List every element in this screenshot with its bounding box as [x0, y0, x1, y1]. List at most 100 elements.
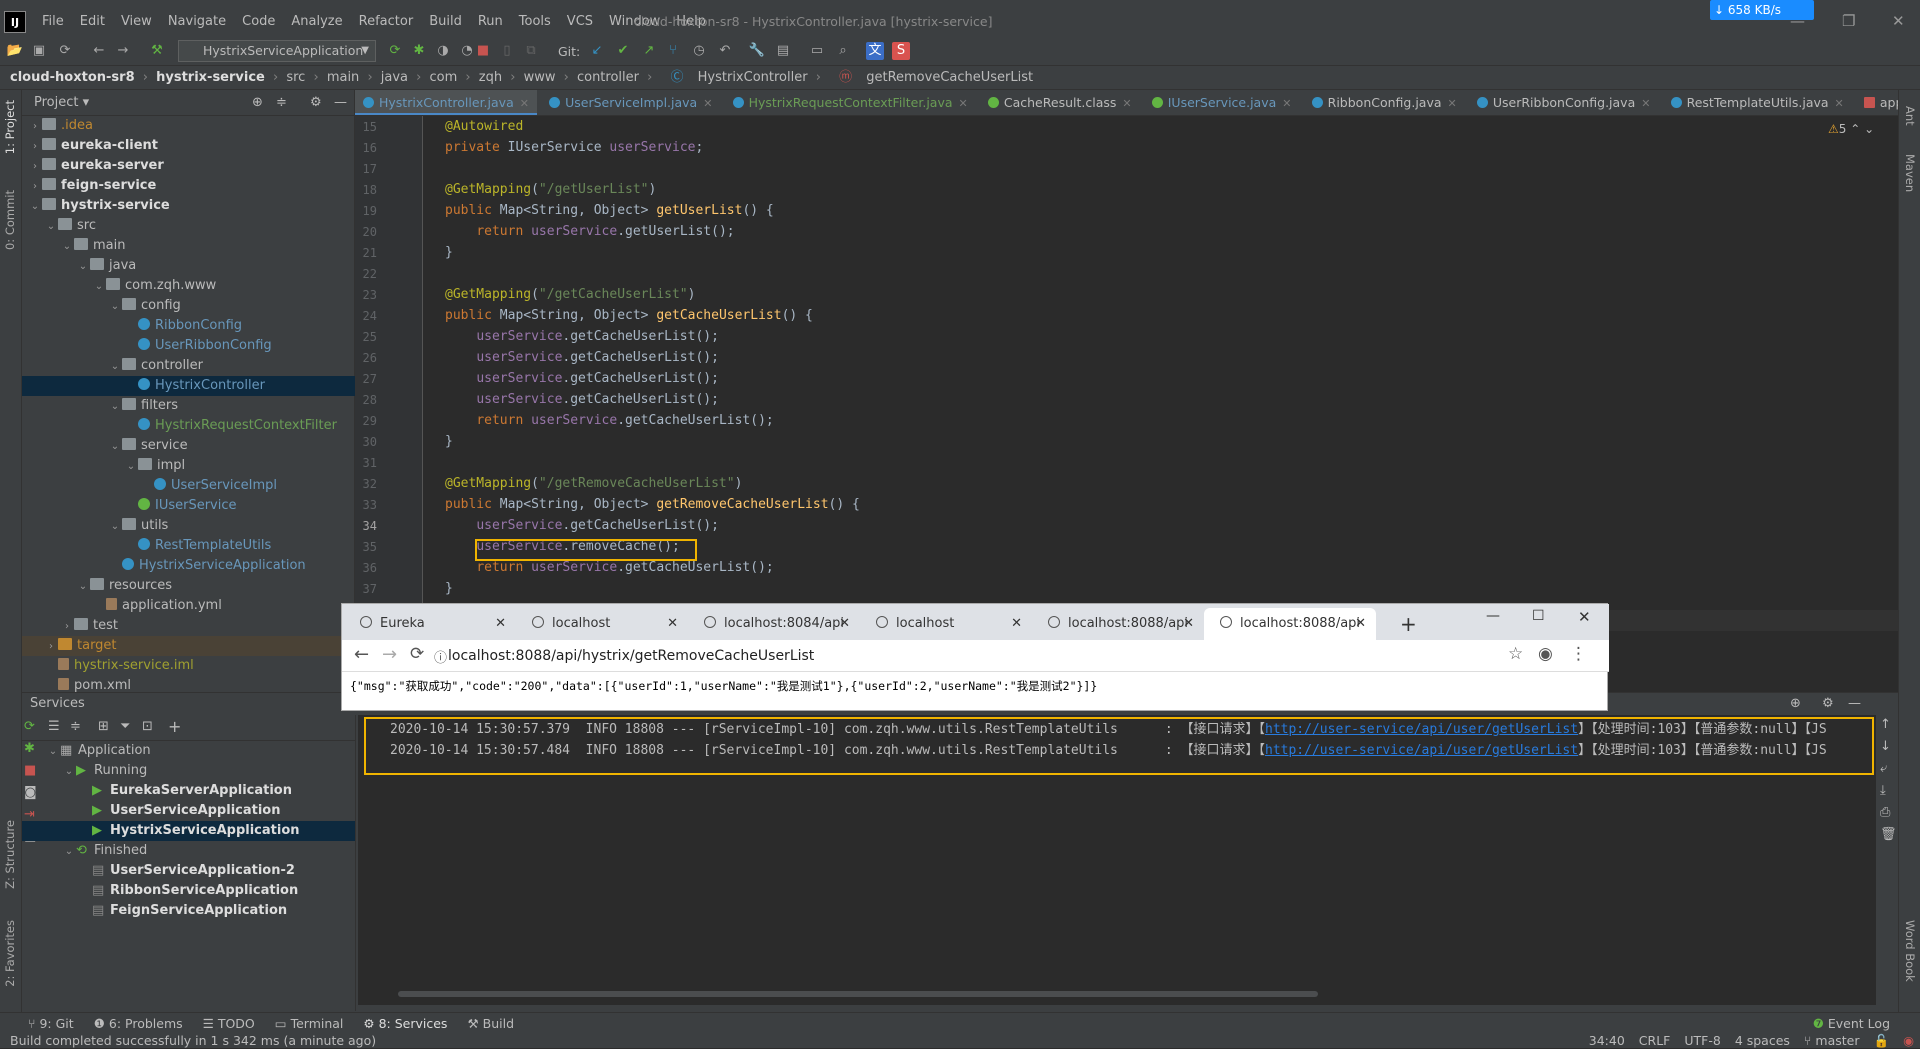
structure-tool-tab[interactable]: Z: Structure [3, 820, 17, 889]
debug-icon[interactable]: ✱ [410, 42, 428, 60]
tree-item[interactable]: › eureka-client [22, 136, 355, 156]
tree-item[interactable]: hystrix-service.iml [22, 656, 355, 676]
bookmark-star-icon[interactable]: ☆ [1508, 644, 1523, 664]
tree-item[interactable]: UserRibbonConfig [22, 336, 355, 356]
menu-analyze[interactable]: Analyze [283, 14, 350, 29]
service-item[interactable]: ▤ FeignServiceApplication [22, 901, 355, 921]
close-tab-icon[interactable]: ✕ [1448, 97, 1457, 110]
tab-request-context-filter[interactable]: HystrixRequestContextFilter.java ✕ [725, 90, 976, 115]
tree-item[interactable]: RestTemplateUtils [22, 536, 355, 556]
back-icon[interactable]: ← [354, 644, 369, 665]
layout-icon[interactable]: ⧉ [522, 42, 540, 60]
tree-item[interactable]: ⌄ controller [22, 356, 355, 376]
service-item[interactable]: ⌄ ▶ Running [22, 761, 355, 781]
add-service-icon[interactable]: + [168, 717, 181, 736]
arrow-up-icon[interactable]: ↑ [1880, 717, 1891, 732]
git-commit-icon[interactable]: ✔ [614, 42, 632, 60]
browser-tab-active[interactable]: localhost:8088/api ✕ [1204, 608, 1376, 640]
chevron-down-icon[interactable]: ⌄ [44, 217, 58, 237]
chevron-down-icon[interactable]: ⌄ [28, 197, 42, 217]
tree-item[interactable]: › target [22, 636, 355, 656]
browser-tab[interactable]: Eureka ✕ [344, 608, 516, 640]
wordbook-tool-tab[interactable]: Word Book [1903, 920, 1917, 982]
url-input[interactable]: localhost:8088/api/hystrix/getRemoveCach… [448, 648, 814, 664]
profile-icon[interactable]: ◉ [1538, 644, 1553, 664]
notification-icon[interactable]: ◉ [1903, 1033, 1914, 1049]
menu-tools[interactable]: Tools [511, 14, 559, 29]
tree-item[interactable]: › .idea [22, 116, 355, 136]
new-tab-icon[interactable]: + [1400, 612, 1417, 636]
menu-run[interactable]: Run [470, 14, 511, 29]
close-tab-icon[interactable]: ✕ [959, 97, 968, 110]
console-h-scrollbar[interactable] [398, 991, 1318, 997]
chevron-down-icon[interactable]: ⌄ [62, 762, 76, 782]
tab-user-ribbon-config[interactable]: UserRibbonConfig.java ✕ [1469, 90, 1659, 115]
more-menu-icon[interactable]: ⋮ [1570, 644, 1587, 664]
tree-item[interactable]: HystrixServiceApplication [22, 556, 355, 576]
chevron-down-icon[interactable]: ⌄ [124, 457, 138, 477]
minimize-icon[interactable]: — [1790, 12, 1805, 30]
browser-tab[interactable]: localhost:8084/api ✕ [688, 608, 860, 640]
chevron-right-icon[interactable]: › [44, 637, 58, 657]
tab-application-yml[interactable]: application.yml [1856, 90, 1898, 115]
plugin-icon[interactable]: S [892, 42, 910, 60]
chevron-down-icon[interactable]: ⌄ [76, 257, 90, 277]
browser-tab[interactable]: localhost:8088/api ✕ [1032, 608, 1204, 640]
tab-hystrix-controller[interactable]: HystrixController.java ✕ [355, 90, 537, 115]
hide-panel-icon[interactable]: — [334, 90, 347, 116]
menu-code[interactable]: Code [234, 14, 283, 29]
tab-todo[interactable]: ☰ TODO [203, 1016, 255, 1031]
new-tab-icon[interactable]: ⊡ [142, 719, 153, 734]
menu-navigate[interactable]: Navigate [160, 14, 234, 29]
crumb-zqh[interactable]: zqh [479, 70, 502, 85]
caret-position[interactable]: 34:40 [1589, 1033, 1625, 1049]
maven-tool-tab[interactable]: Maven [1903, 154, 1917, 192]
service-item[interactable]: ▤ RibbonServiceApplication [22, 881, 355, 901]
service-item[interactable]: ⌄ ⟲ Finished [22, 841, 355, 861]
tree-item[interactable]: ⌄ com.zqh.www [22, 276, 355, 296]
chevron-right-icon[interactable]: › [28, 137, 42, 157]
service-item[interactable]: ▶ EurekaServerApplication [22, 781, 355, 801]
tree-item[interactable]: UserServiceImpl [22, 476, 355, 496]
history-icon[interactable]: ◷ [690, 42, 708, 60]
gear-icon[interactable]: ⚙ [1822, 693, 1834, 715]
close-icon[interactable]: ✕ [1578, 608, 1591, 626]
maximize-icon[interactable]: ☐ [1532, 608, 1545, 624]
browser-tab[interactable]: localhost ✕ [516, 608, 688, 640]
close-tab-icon[interactable]: ✕ [495, 608, 506, 640]
tab-git[interactable]: ⑂ 9: Git [28, 1016, 74, 1031]
chevron-down-icon[interactable]: ⌄ [108, 517, 122, 537]
event-log-button[interactable]: ❼ Event Log [1813, 1016, 1890, 1031]
info-icon[interactable]: ⓘ [434, 647, 447, 666]
close-tab-icon[interactable]: ✕ [520, 97, 529, 110]
chevron-down-icon[interactable]: ⌄ [60, 237, 74, 257]
arrow-down-icon[interactable]: ↓ [1880, 739, 1891, 754]
tree-item[interactable]: ⌄ config [22, 296, 355, 316]
project-structure-icon[interactable]: ▤ [774, 42, 792, 60]
menu-file[interactable]: File [34, 14, 72, 29]
menu-refactor[interactable]: Refactor [351, 14, 422, 29]
chevron-down-icon[interactable]: ⌄ [108, 297, 122, 317]
crumb-method[interactable]: ⓜ getRemoveCacheUserList [829, 70, 1033, 85]
globe-icon[interactable]: ⊕ [1790, 693, 1801, 715]
tab-ribbon-config[interactable]: RibbonConfig.java ✕ [1304, 90, 1465, 115]
forward-icon[interactable]: → [114, 42, 132, 60]
tree-item[interactable]: ⌄ src [22, 216, 355, 236]
tree-item[interactable]: ⌄ main [22, 236, 355, 256]
chevron-right-icon[interactable]: › [28, 177, 42, 197]
indent-setting[interactable]: 4 spaces [1735, 1033, 1790, 1049]
chevron-down-icon[interactable]: ⌄ [92, 277, 106, 297]
collapse-all-icon[interactable]: ≑ [276, 90, 287, 116]
git-branch[interactable]: ⑂ master [1804, 1033, 1860, 1049]
close-tab-icon[interactable]: ✕ [1282, 97, 1291, 110]
tree-item[interactable]: › feign-service [22, 176, 355, 196]
chevron-down-icon[interactable]: ⌄ [108, 397, 122, 417]
close-tab-icon[interactable]: ✕ [839, 608, 850, 640]
settings-wrench-icon[interactable]: 🔧 [748, 42, 766, 60]
soft-wrap-icon[interactable]: ⤶ [1880, 761, 1887, 776]
menu-view[interactable]: View [113, 14, 160, 29]
tree-item[interactable]: RibbonConfig [22, 316, 355, 336]
ant-tool-tab[interactable]: Ant [1903, 106, 1917, 126]
browser-tab[interactable]: localhost ✕ [860, 608, 1032, 640]
project-view-select[interactable]: Project ▾ [34, 95, 89, 110]
